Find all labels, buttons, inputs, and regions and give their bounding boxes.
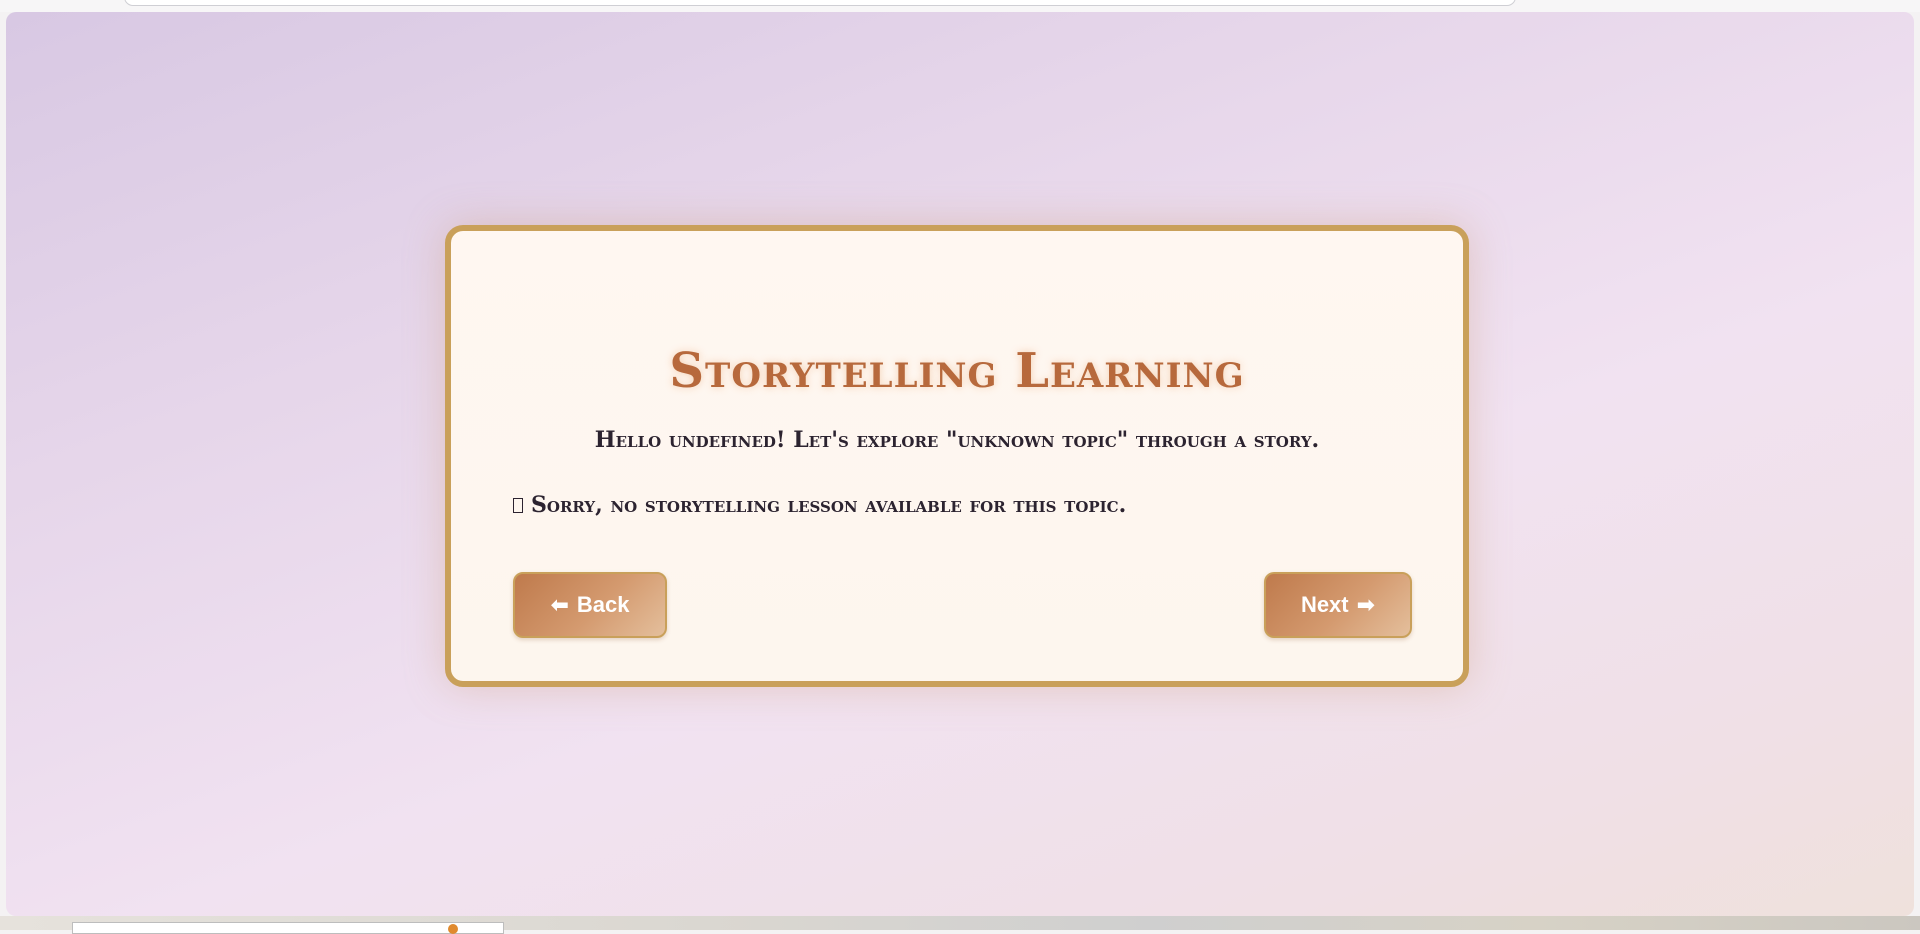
taskbar-window-preview[interactable] — [72, 922, 504, 934]
browser-top-strip — [0, 0, 1920, 12]
unavailable-message: Sorry, no storytelling lesson available … — [513, 492, 1126, 518]
next-button-label: Next — [1300, 592, 1349, 617]
arrow-right-icon: ➡ — [1356, 592, 1376, 618]
next-button[interactable]: Next ➡ — [1264, 572, 1412, 638]
page-title: Storytelling Learning — [669, 343, 1245, 399]
page-viewport: Storytelling Learning Hello undefined! L… — [6, 12, 1914, 916]
missing-glyph-icon — [513, 497, 523, 513]
unavailable-message-text: Sorry, no storytelling lesson available … — [531, 492, 1127, 518]
taskbar-app-icon[interactable] — [448, 924, 458, 934]
address-bar[interactable] — [124, 0, 1516, 6]
back-button[interactable]: ⬅ Back — [513, 572, 667, 638]
arrow-left-icon: ⬅ — [550, 592, 569, 618]
lesson-card: Storytelling Learning Hello undefined! L… — [445, 225, 1469, 687]
back-button-label: Back — [576, 592, 630, 617]
greeting-text: Hello undefined! Let's explore "unknown … — [594, 427, 1320, 453]
